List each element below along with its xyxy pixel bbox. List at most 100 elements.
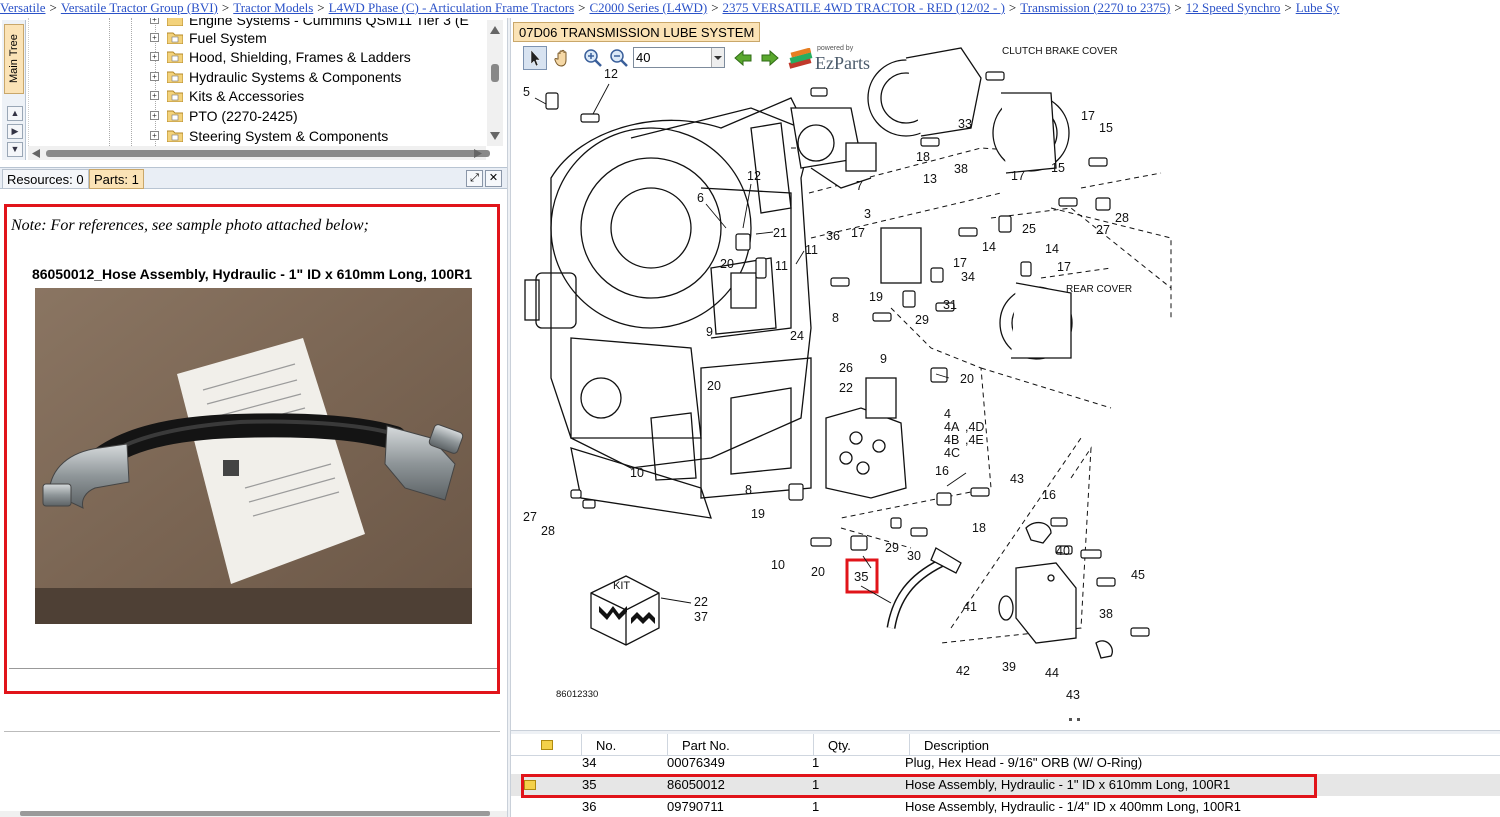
- svg-text:21: 21: [773, 226, 787, 240]
- expand-icon[interactable]: +: [150, 18, 159, 24]
- collapse-down-icon[interactable]: ▼: [7, 142, 23, 157]
- tree-item[interactable]: + Fuel System: [29, 28, 486, 47]
- tree-item[interactable]: + PTO (2270-2425): [29, 106, 486, 125]
- main-tree-tab[interactable]: Main Tree: [4, 24, 24, 94]
- tab-diagram[interactable]: 07D06 TRANSMISSION LUBE SYSTEM: [513, 22, 761, 42]
- breadcrumb-link[interactable]: Transmission (2270 to 2375): [1020, 0, 1170, 15]
- row-highlight-box: [521, 774, 1317, 798]
- pin-right-icon[interactable]: ▶: [7, 124, 23, 139]
- expand-icon[interactable]: +: [150, 91, 159, 100]
- scroll-right-icon[interactable]: [474, 149, 482, 158]
- callout-35[interactable]: 35: [854, 569, 868, 584]
- svg-text:18: 18: [972, 521, 986, 535]
- undock-icon[interactable]: ⤢: [466, 170, 483, 187]
- note-icon: [541, 740, 553, 750]
- exploded-parts-diagram[interactable]: CLUTCH BRAKE COVER REAR COVER KIT 860123…: [511, 18, 1500, 730]
- svg-text:10: 10: [771, 558, 785, 572]
- collapse-up-icon[interactable]: ▲: [7, 106, 23, 121]
- svg-text:42: 42: [956, 664, 970, 678]
- tree-item[interactable]: + Kits & Accessories: [29, 86, 486, 105]
- breadcrumb-link[interactable]: 12 Speed Synchro: [1186, 0, 1281, 15]
- zoom-level-select[interactable]: [633, 47, 725, 68]
- close-icon[interactable]: ✕: [485, 170, 502, 187]
- svg-text:37: 37: [694, 610, 708, 624]
- breadcrumb-link[interactable]: Versatile: [0, 0, 45, 15]
- svg-text:4: 4: [944, 407, 951, 421]
- tree-item[interactable]: + Steering System & Components: [29, 126, 486, 145]
- svg-text:17: 17: [1081, 109, 1095, 123]
- svg-text:31: 31: [943, 298, 957, 312]
- parts-tree: + Engine Systems - Cummins QSM11 Tier 3 …: [28, 18, 486, 146]
- zoom-in-button[interactable]: [581, 46, 605, 70]
- svg-text:20: 20: [707, 379, 721, 393]
- breadcrumb-link[interactable]: Tractor Models: [233, 0, 313, 15]
- expand-icon[interactable]: +: [150, 52, 159, 61]
- svg-text:39: 39: [1002, 660, 1016, 674]
- select-tool-button[interactable]: [523, 46, 547, 70]
- table-row[interactable]: 34 00076349 1 Plug, Hex Head - 9/16" ORB…: [511, 753, 1500, 772]
- left-horizontal-scrollbar[interactable]: [0, 811, 507, 817]
- tab-parts[interactable]: Parts: 1: [89, 169, 144, 189]
- svg-text:4B: 4B: [944, 433, 959, 447]
- folder-icon: [167, 90, 183, 102]
- scroll-down-icon[interactable]: [490, 132, 500, 140]
- svg-text:34: 34: [961, 270, 975, 284]
- expand-icon[interactable]: +: [150, 33, 159, 42]
- cursor-icon: [530, 49, 541, 67]
- svg-text:20: 20: [720, 257, 734, 271]
- side-tab-strip: Main Tree ▲ ▶ ▼: [2, 20, 26, 160]
- next-button[interactable]: [758, 46, 782, 70]
- svg-text:29: 29: [885, 541, 899, 555]
- pan-tool-button[interactable]: [551, 46, 575, 70]
- tree-horizontal-scrollbar[interactable]: [28, 146, 490, 160]
- scroll-up-icon[interactable]: [490, 26, 500, 34]
- chevron-down-icon[interactable]: [711, 48, 724, 67]
- svg-text:16: 16: [935, 464, 949, 478]
- svg-text:6: 6: [697, 191, 704, 205]
- divider: [9, 668, 497, 669]
- tree-item[interactable]: + Hydraulic Systems & Components: [29, 67, 486, 86]
- breadcrumb-link[interactable]: C2000 Series (L4WD): [589, 0, 707, 15]
- breadcrumb-link[interactable]: Versatile Tractor Group (BVI): [61, 0, 218, 15]
- breadcrumb-link[interactable]: Lube Sy: [1296, 0, 1340, 15]
- svg-text:15: 15: [1099, 121, 1113, 135]
- zoom-level-input[interactable]: [636, 49, 710, 66]
- arrow-left-icon: [734, 49, 752, 67]
- svg-text:22: 22: [839, 381, 853, 395]
- folder-icon: [167, 71, 183, 83]
- breadcrumb-link[interactable]: L4WD Phase (C) - Articulation Frame Trac…: [329, 0, 575, 15]
- zoom-out-button[interactable]: [607, 46, 631, 70]
- svg-text:,4D: ,4D: [965, 420, 984, 434]
- folder-icon: [167, 110, 183, 122]
- svg-text:18: 18: [916, 150, 930, 164]
- svg-text:28: 28: [1115, 211, 1129, 225]
- arrow-right-icon: [761, 49, 779, 67]
- svg-text:36: 36: [826, 229, 840, 243]
- svg-text:20: 20: [811, 565, 825, 579]
- scroll-left-icon[interactable]: [32, 149, 40, 158]
- note-text: Note: For references, see sample photo a…: [11, 217, 369, 234]
- svg-text:45: 45: [1131, 568, 1145, 582]
- scroll-thumb[interactable]: [491, 64, 499, 82]
- hose-photo: [35, 288, 472, 624]
- svg-text:5: 5: [523, 85, 530, 99]
- svg-text:,4E: ,4E: [965, 433, 984, 447]
- expand-icon[interactable]: +: [150, 111, 159, 120]
- svg-text:14: 14: [982, 240, 996, 254]
- breadcrumb-link[interactable]: 2375 VERSATILE 4WD TRACTOR - RED (12/02 …: [723, 0, 1005, 15]
- expand-icon[interactable]: +: [150, 131, 159, 140]
- svg-text:9: 9: [706, 325, 713, 339]
- previous-button[interactable]: [731, 46, 755, 70]
- expand-icon[interactable]: +: [150, 72, 159, 81]
- svg-text:7: 7: [856, 179, 863, 193]
- photo-caption: 86050012_Hose Assembly, Hydraulic - 1" I…: [31, 266, 473, 282]
- scroll-thumb[interactable]: [46, 150, 490, 157]
- folder-icon: [167, 130, 183, 142]
- svg-text:10: 10: [630, 466, 644, 480]
- scroll-thumb[interactable]: [20, 811, 490, 816]
- tree-item[interactable]: + Hood, Shielding, Frames & Ladders: [29, 47, 486, 66]
- table-row[interactable]: 36 09790711 1 Hose Assembly, Hydraulic -…: [511, 796, 1500, 817]
- tree-vertical-scrollbar[interactable]: [487, 20, 503, 146]
- svg-text:9: 9: [880, 352, 887, 366]
- tab-resources[interactable]: Resources: 0: [2, 169, 89, 189]
